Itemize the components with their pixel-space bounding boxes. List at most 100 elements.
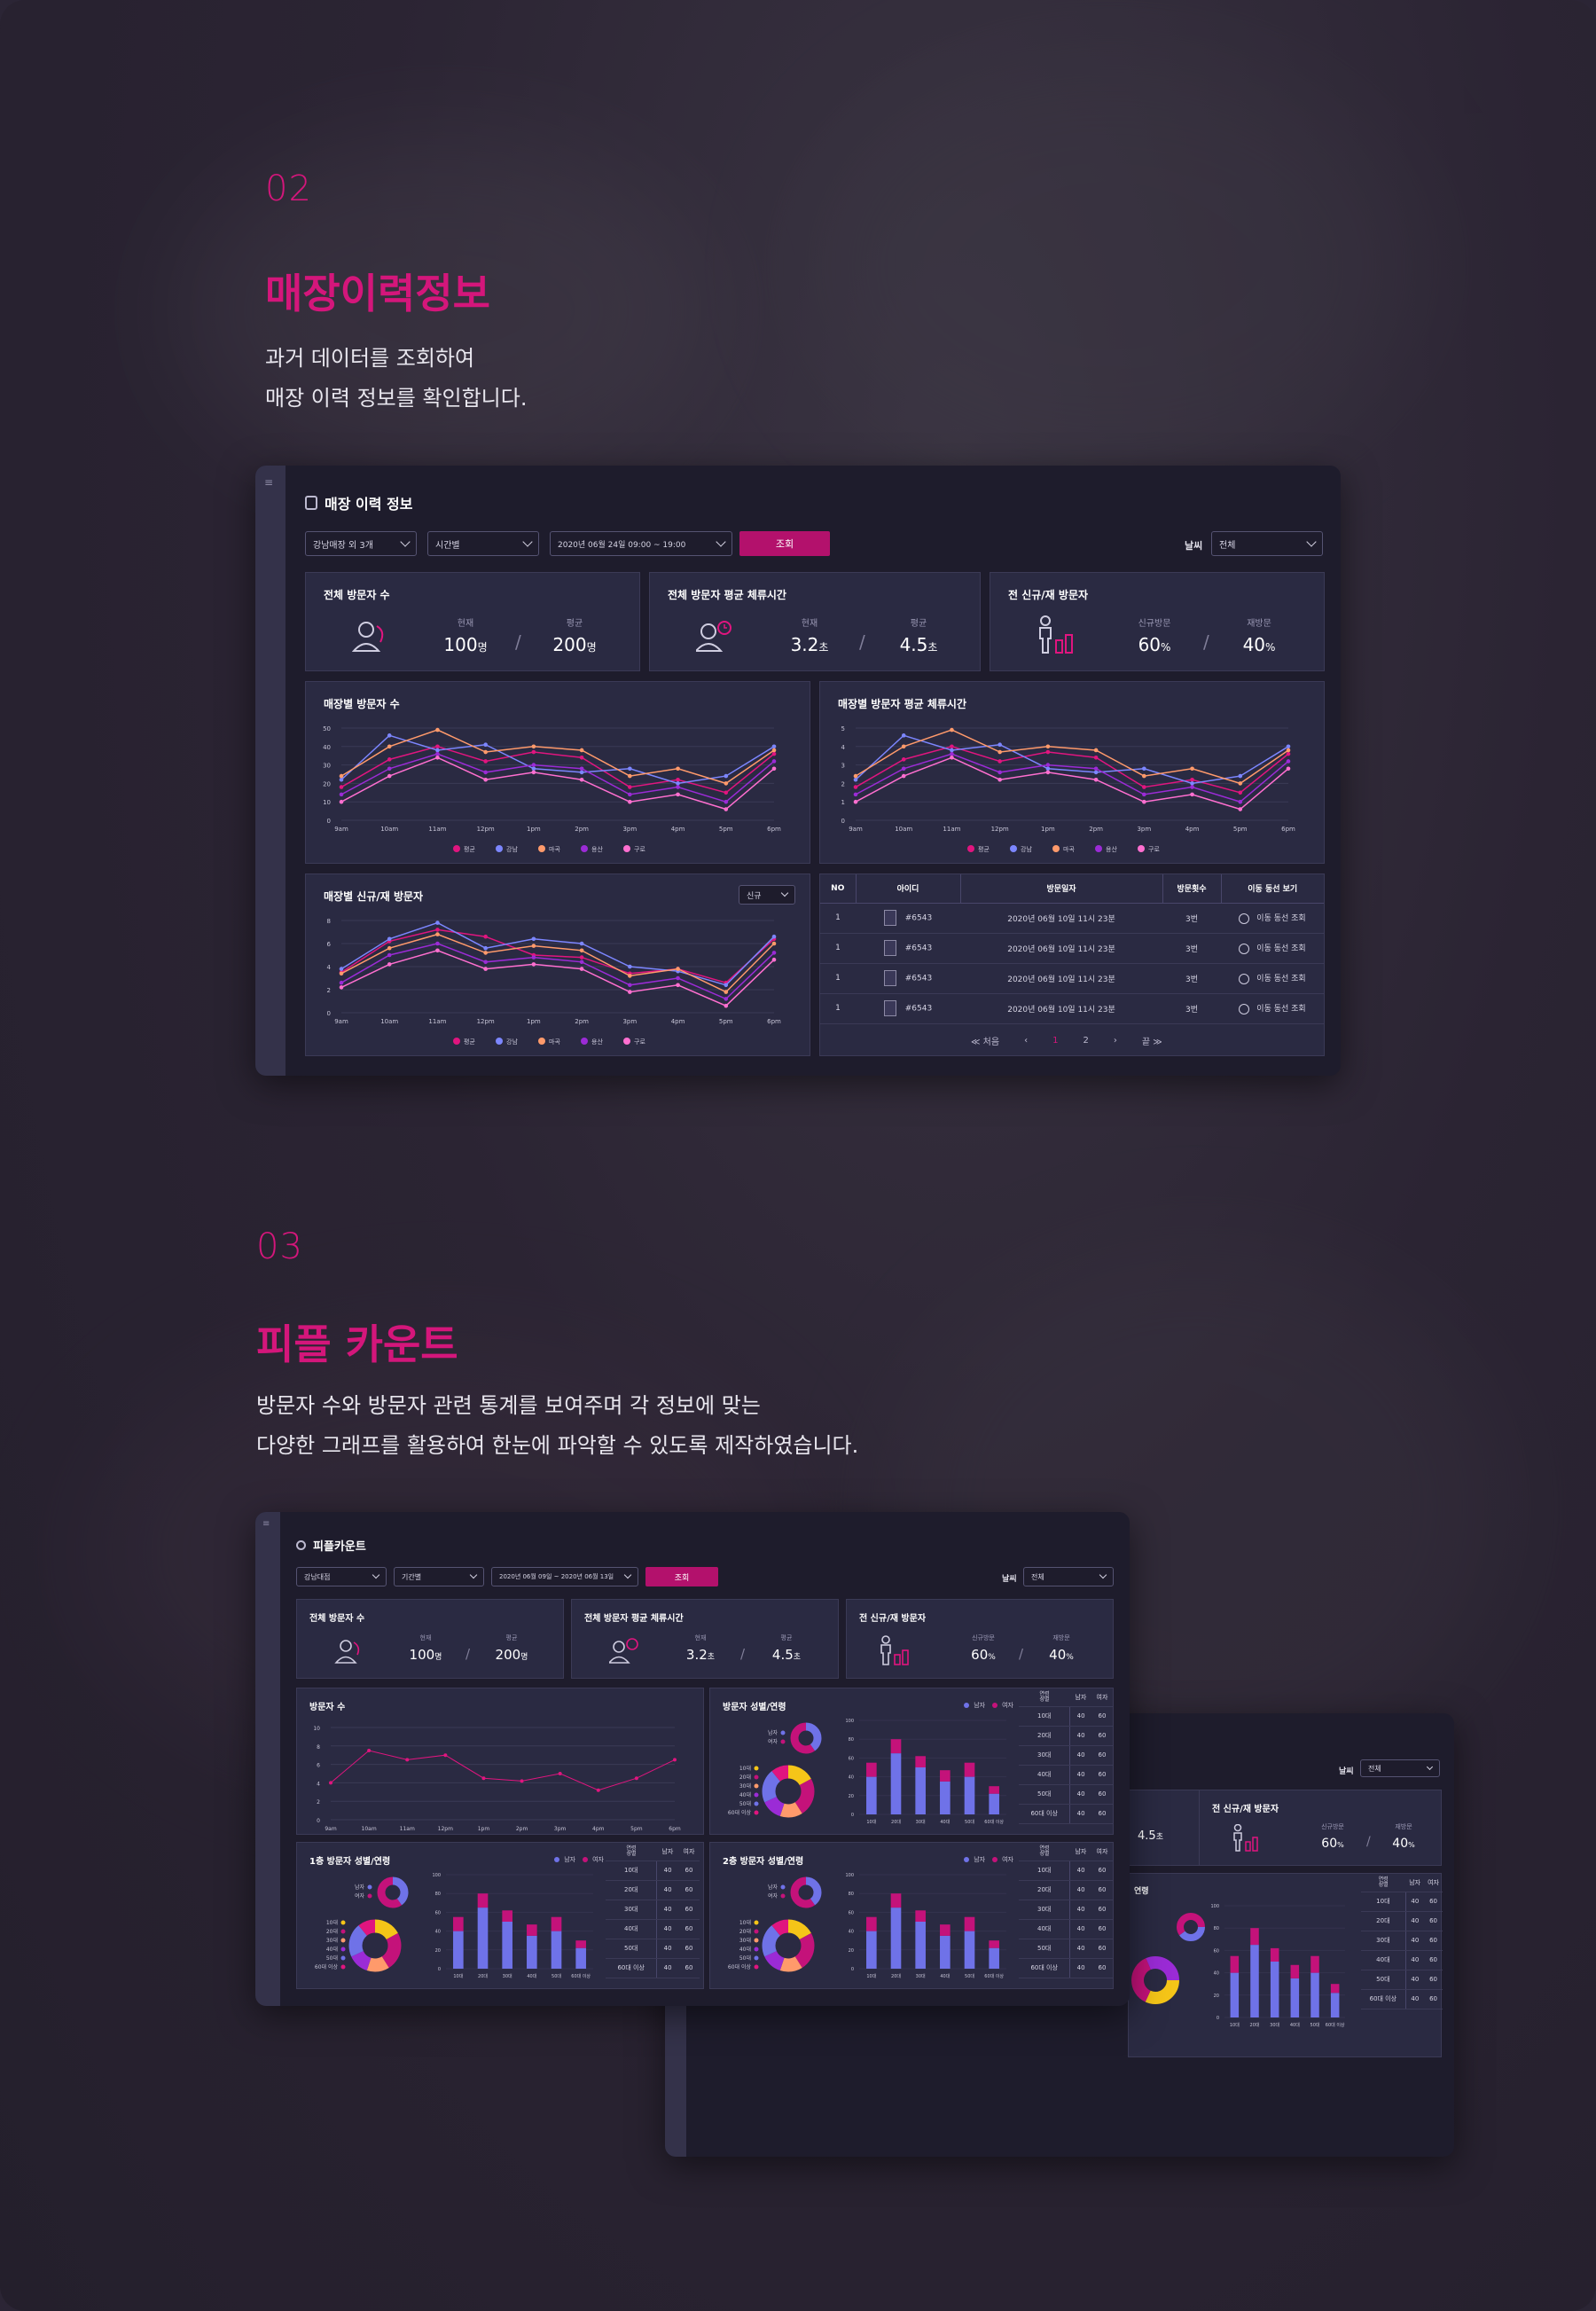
pie-legend-label: 50대 [739, 1955, 751, 1962]
row-id: #6543 [856, 963, 960, 994]
search-button[interactable]: 조회 [645, 1567, 718, 1586]
stat-key: 현재 [694, 1634, 707, 1641]
male-cell: 40 [656, 1861, 678, 1881]
people-icon [296, 1540, 306, 1550]
x-tick-label: 60대 이상 [571, 1973, 591, 1979]
row-no: 1 [820, 963, 856, 994]
table-row[interactable]: 1 #6543 2020년 06월 10일 11시 23분 3번 이동 동선 조… [820, 993, 1324, 1024]
data-point [628, 974, 632, 978]
store-select[interactable]: 강남매장 외 3개 [305, 531, 417, 556]
stat-unit: % [1408, 1841, 1415, 1849]
row-no: 1 [820, 903, 856, 934]
column-header[interactable]: 아이디 [855, 874, 960, 904]
weather-select[interactable]: 전체 [1211, 531, 1323, 556]
column-header[interactable]: 이동 동선 보기 [1220, 874, 1324, 904]
card-title: 전 신규/재 방문자 [1212, 1805, 1279, 1814]
stat-unit: 초 [818, 641, 829, 654]
data-point [724, 983, 729, 988]
female-cell: 60 [1424, 1931, 1443, 1951]
menu-icon[interactable]: ≡ [264, 476, 273, 489]
stat-key: 재방문 [1052, 1634, 1070, 1641]
weather-select[interactable]: 전체 [1023, 1567, 1114, 1586]
bar-male [964, 1776, 975, 1814]
x-tick-label: 12pm [477, 826, 495, 833]
current-stat: 현재 3.2초 [678, 1633, 723, 1663]
data-point [634, 1776, 638, 1781]
period-select[interactable]: 기간별 [394, 1567, 484, 1586]
pie-legend-dot [754, 1947, 759, 1952]
bar-female [890, 1893, 902, 1908]
bar-female [1270, 1947, 1279, 1962]
data-point [329, 1781, 332, 1785]
row-no: 1 [820, 933, 856, 964]
data-point [724, 807, 729, 811]
current-stat: 현재 100명 [403, 1633, 448, 1663]
route-view-link[interactable]: 이동 동선 조회 [1221, 963, 1324, 994]
weather-select[interactable]: 전체 [1360, 1759, 1440, 1777]
chevron-down-icon [716, 537, 726, 547]
age-header: 연령 성별 [1019, 1843, 1070, 1861]
age-table: 연령 성별 남자 여자 10대 40 60 20대 40 60 30대 40 60 40대 40 60 50대 4… [1019, 1688, 1113, 1824]
bar-male [1230, 1972, 1240, 2017]
chevron-down-icon [1306, 537, 1317, 547]
period-select[interactable]: 시간별 [427, 531, 539, 556]
column-header[interactable]: NO [820, 874, 856, 904]
y-tick-label: 5 [841, 725, 845, 732]
bar-male [575, 1947, 586, 1969]
period-select-value: 기간별 [402, 1572, 422, 1581]
legend-label: 구로 [634, 1038, 645, 1046]
stat-unit: % [1337, 1841, 1344, 1849]
return-stat: 재방문 40% [1035, 1633, 1088, 1663]
stat-value: 100 [409, 1647, 435, 1663]
age-row: 10대 40 60 [1019, 1706, 1113, 1727]
row-id-text: #6543 [904, 913, 933, 923]
search-button[interactable]: 조회 [739, 531, 830, 556]
table-row[interactable]: 1 #6543 2020년 06월 10일 11시 23분 3번 이동 동선 조… [820, 963, 1324, 994]
store-select[interactable]: 강남대점 [296, 1567, 387, 1586]
new-return-select[interactable]: 신규 [739, 885, 795, 905]
sidebar[interactable]: ≡ [255, 466, 286, 1076]
data-point [520, 1779, 524, 1783]
bar-male [527, 1935, 537, 1969]
legend-label: 여자 [592, 1856, 604, 1863]
data-point [1093, 770, 1099, 775]
prev-page-link[interactable]: ‹ [1024, 1036, 1028, 1046]
next-page-link[interactable]: › [1114, 1036, 1117, 1046]
section-number: 02 [265, 168, 312, 209]
female-cell: 60 [1091, 1745, 1113, 1766]
route-view-link[interactable]: 이동 동선 조회 [1221, 933, 1324, 964]
age-header: 연령 성별 [1019, 1688, 1070, 1707]
stat-key: 신규방문 [972, 1634, 995, 1641]
y-tick-label: 4 [841, 744, 846, 751]
page-link[interactable]: 1 [1052, 1036, 1058, 1046]
pie-legend-dot [754, 1920, 759, 1925]
y-tick-label: 0 [327, 1010, 331, 1017]
data-point [901, 773, 906, 779]
pie-legend-label: 여자 [355, 1892, 365, 1900]
gender-legend: 남자 여자 [554, 1855, 604, 1864]
table-row[interactable]: 1 #6543 2020년 06월 10일 11시 23분 3번 이동 동선 조… [820, 903, 1324, 934]
data-point [724, 773, 729, 779]
date-range-select[interactable]: 2020년 06월 09일 ~ 2020년 06월 13일 [491, 1567, 638, 1586]
first-page-link[interactable]: ≪ 처음 [971, 1034, 999, 1047]
date-range-select[interactable]: 2020년 06월 24일 09:00 ~ 19:00 [550, 531, 732, 556]
chevron-down-icon [1426, 1763, 1434, 1770]
legend-label: 구로 [1148, 846, 1160, 853]
female-cell: 60 [677, 1861, 700, 1881]
sidebar[interactable]: ≡ [255, 1512, 280, 2006]
data-point [1286, 759, 1291, 764]
data-point [628, 766, 632, 772]
route-view-link[interactable]: 이동 동선 조회 [1221, 903, 1324, 934]
column-header[interactable]: 방문횟수 [1162, 874, 1221, 904]
column-header[interactable]: 방문일자 [959, 874, 1162, 904]
last-page-link[interactable]: 끝 ≫ [1142, 1034, 1162, 1047]
pie-legend-dot [754, 1801, 759, 1806]
page-link[interactable]: 2 [1083, 1036, 1088, 1046]
age-cell: 30대 [606, 1900, 658, 1920]
table-row[interactable]: 1 #6543 2020년 06월 10일 11시 23분 3번 이동 동선 조… [820, 933, 1324, 964]
menu-icon[interactable]: ≡ [262, 1519, 270, 1529]
x-tick-label: 5pm [719, 826, 733, 833]
x-tick-label: 5pm [1233, 826, 1248, 833]
y-tick-label: 0 [1217, 2016, 1219, 2021]
route-view-link[interactable]: 이동 동선 조회 [1221, 993, 1324, 1024]
